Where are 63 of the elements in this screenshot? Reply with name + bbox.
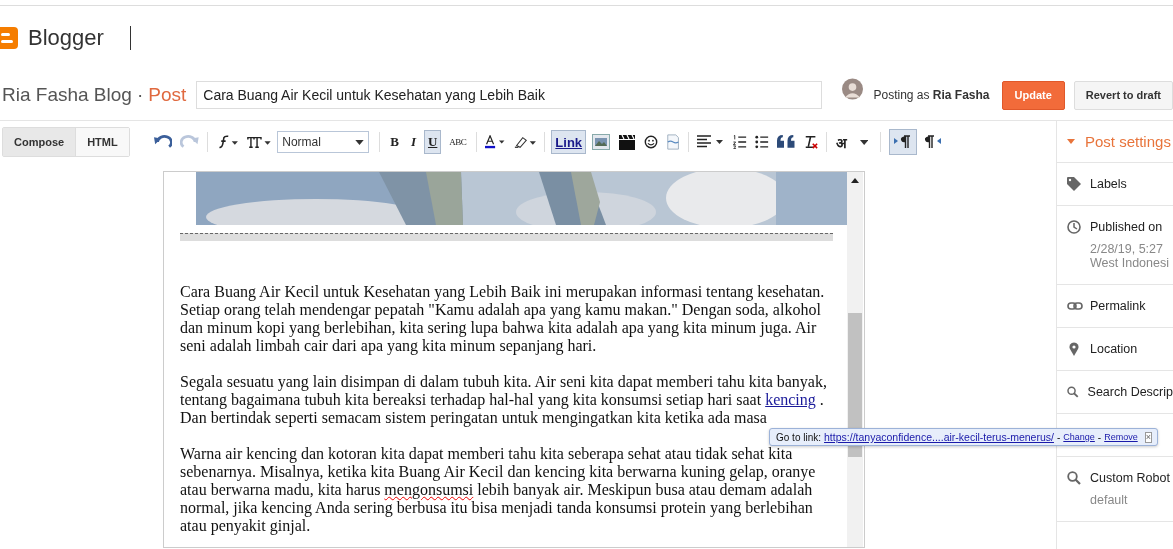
input-tools-button[interactable]: अ xyxy=(832,130,850,154)
title-separator: · xyxy=(136,84,144,106)
smiley-icon[interactable] xyxy=(644,135,659,149)
close-button[interactable]: × xyxy=(1144,431,1152,443)
blogger-logo-icon[interactable] xyxy=(0,27,18,49)
text-link[interactable]: kencing xyxy=(765,391,816,408)
separator-text: - xyxy=(1097,431,1102,443)
image-icon[interactable] xyxy=(592,134,611,150)
underline-button[interactable]: U xyxy=(423,130,442,154)
left-to-right-icon[interactable] xyxy=(889,129,918,155)
mode-tab[interactable]: HTML xyxy=(76,128,129,156)
link-icon[interactable] xyxy=(1067,302,1083,310)
paragraph: Cara Buang Air Kecil untuk Kesehatan yang Lebih Baik ini merupakan informasi tentang kesehatan. Setiap orang telah mendengar pepatah "Kamu adalah apa yang kamu makan." Dengan soda, alkohol dan minum kopi yang berlebihan, kita sering lupa bahwa kita adalah apa yang kita minum juga. Air seni adalah limbah cair dari apa yang kita minum sepanjang hari. xyxy=(180,283,826,355)
clock-icon[interactable] xyxy=(1067,220,1081,234)
bulleted-list-icon[interactable] xyxy=(755,135,770,149)
italic-button[interactable]: I xyxy=(406,130,420,154)
text-color-icon[interactable] xyxy=(485,135,506,149)
app-name: Blogger xyxy=(28,25,104,51)
link-label: Go to link: xyxy=(776,431,822,443)
right-to-left-icon[interactable] xyxy=(925,135,944,149)
undo-icon[interactable] xyxy=(153,135,173,149)
remove-link[interactable]: Remove xyxy=(1104,432,1138,442)
align-icon[interactable] xyxy=(697,135,726,149)
search-icon[interactable] xyxy=(1067,385,1079,399)
setting-label[interactable]: Published on xyxy=(1090,220,1163,234)
bold-button[interactable]: B xyxy=(386,130,403,154)
quote-icon[interactable] xyxy=(777,135,796,149)
setting-label[interactable]: Labels xyxy=(1090,177,1127,191)
paragraph: Segala sesuatu yang lain disimpan di dalam tubuh kita. Air seni kita dapat memberi tahu kita banyak, tentang bagaimana tubuh kita bereaksi terhadap hal-hal yang kita konsumsi setiap hari saat kencing . Dan bertindak seperti semacam sistem peringatan untuk mengingatkan kita ketika ada masa xyxy=(180,373,828,427)
section-title: Post xyxy=(148,84,187,106)
paragraph-style-select[interactable]: Normal xyxy=(277,131,370,153)
mode-tab[interactable]: Compose xyxy=(3,128,77,156)
setting-value: 2/28/19, 5:27 xyxy=(1090,242,1164,256)
post-title-field[interactable]: Cara Buang Air Kecil untuk Kesehatan yang Lebih Baik xyxy=(196,81,823,109)
posting-as-text: Posting as Ria Fasha xyxy=(873,88,990,102)
setting-label[interactable]: Location xyxy=(1090,342,1138,356)
setting-label[interactable]: Search Descrip xyxy=(1087,385,1173,399)
tag-icon[interactable] xyxy=(1067,177,1081,191)
change-link[interactable]: Change xyxy=(1063,432,1095,442)
search-icon[interactable] xyxy=(1067,471,1081,485)
avatar xyxy=(842,78,864,100)
page-break-icon[interactable] xyxy=(666,134,681,150)
clapperboard-icon[interactable] xyxy=(618,134,637,150)
separator-text: - xyxy=(1056,431,1061,443)
setting-label[interactable]: Permalink xyxy=(1090,299,1146,313)
caret-icon[interactable] xyxy=(355,139,365,145)
text-size-icon[interactable] xyxy=(246,135,272,149)
setting-value: West Indonesi xyxy=(1090,256,1170,270)
link-button[interactable]: Link xyxy=(551,130,587,154)
highlighter-icon[interactable] xyxy=(513,135,537,149)
revert-button[interactable]: Revert to draft xyxy=(1073,80,1173,110)
caret-icon[interactable] xyxy=(859,139,869,145)
setting-value: default xyxy=(1090,493,1129,507)
clear-formatting-icon[interactable] xyxy=(803,135,818,149)
blog-title[interactable]: Ria Fasha Blog xyxy=(2,84,132,106)
location-pin-icon[interactable] xyxy=(1069,342,1079,356)
font-icon[interactable] xyxy=(216,135,239,149)
link-url[interactable]: https://tanyaconfidence....air-kecil-terus-menerus/ xyxy=(824,431,1054,443)
strikethrough-button[interactable]: ABC xyxy=(445,130,471,154)
paragraph: Warna air kencing dan kotoran kita dapat memberi tahu kita seberapa sehat atau tidak sehat kita sebenarnya. Misalnya, ketika kita Buang Air Kecil dan kencing kita berwarna kuning gelap, oranye atau berwarna madu, kita harus mengonsumsi lebih banyak air. Meskipun busa atau demam adalah normal, jika kencing Anda sering berbusa itu bisa menjadi tanda konsumsi protein yang berlebihan atau penyakit ginjal. xyxy=(180,445,817,535)
numbered-list-icon[interactable] xyxy=(733,135,748,149)
setting-label[interactable]: Custom Robot xyxy=(1090,471,1170,485)
caret-icon[interactable] xyxy=(851,178,859,183)
